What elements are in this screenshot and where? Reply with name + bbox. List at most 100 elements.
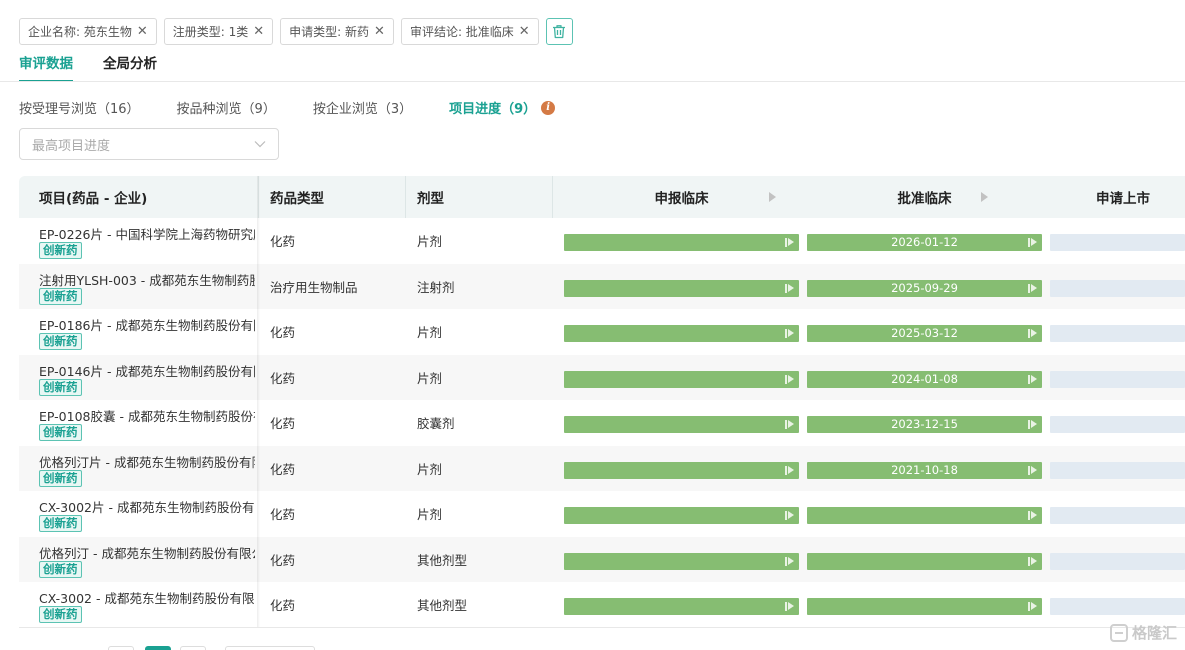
table-row[interactable]: EP-0186片 - 成都苑东生物制药股份有限公司创新药化药片剂2025-03-… (19, 309, 1185, 355)
stage-progress-bar[interactable] (564, 598, 799, 615)
table-row[interactable]: EP-0226片 - 中国科学院上海药物研究所 创新药 化药 片剂 2026-01-12 (19, 218, 1185, 264)
drug-type-cell: 化药 (270, 325, 296, 341)
project-name[interactable]: 优格列汀片 - 成都苑东生物制药股份有限公司 (39, 452, 255, 471)
innovative-drug-badge: 创新药 (39, 606, 82, 623)
stage-progress-bar[interactable] (564, 370, 799, 388)
subtab-project-progress[interactable]: 项目进度（9） (449, 98, 536, 117)
tab-review-data[interactable]: 审评数据 (19, 52, 73, 82)
stage-progress-bar[interactable] (807, 552, 1042, 570)
stage-progress-bar[interactable] (564, 461, 799, 479)
tabs-divider (0, 81, 1185, 82)
filter-chip-company[interactable]: 企业名称: 苑东生物 ✕ (19, 18, 157, 45)
header-project[interactable]: 项目(药品 - 企业) (39, 176, 147, 218)
innovative-drug-badge: 创新药 (39, 333, 82, 350)
project-name[interactable]: EP-0108胶囊 - 成都苑东生物制药股份有限公司 (39, 406, 255, 425)
project-cell[interactable]: EP-0146片 - 成都苑东生物制药股份有限公司创新药 (19, 354, 257, 400)
subtab-by-company[interactable]: 按企业浏览（3） (313, 98, 412, 117)
pagination-next-button[interactable] (180, 646, 206, 650)
stage-progress-bar[interactable] (564, 552, 799, 570)
stage-progress-bar[interactable] (807, 598, 1042, 615)
stage-progress-bar[interactable] (564, 507, 799, 524)
project-name[interactable]: 优格列汀 - 成都苑东生物制药股份有限公司 (39, 543, 255, 562)
stage-progress-bar[interactable]: 2026-01-12 (807, 234, 1042, 251)
play-icon (785, 601, 795, 612)
drug-type-cell: 化药 (270, 461, 296, 477)
play-icon (1028, 419, 1038, 430)
project-name[interactable]: 注射用YLSH-003 - 成都苑东生物制药股份有限公司 (39, 270, 255, 289)
stage-progress-bar[interactable] (564, 234, 799, 251)
project-name[interactable]: EP-0226片 - 中国科学院上海药物研究所 (39, 224, 255, 243)
stage-progress-bar[interactable]: 2025-03-12 (807, 325, 1042, 342)
header-stage-market-application[interactable]: 申请上市 (1050, 176, 1185, 218)
page-size-select[interactable] (225, 646, 315, 650)
play-icon (1028, 237, 1038, 248)
info-icon[interactable]: i (541, 100, 556, 115)
table-row[interactable]: CX-3002片 - 成都苑东生物制药股份有限公司创新药化药片剂 (19, 491, 1185, 537)
filter-chip-application[interactable]: 申请类型: 新药 ✕ (280, 18, 394, 45)
stage-progress-bar[interactable]: 2023-12-15 (807, 416, 1042, 433)
project-cell[interactable]: EP-0226片 - 中国科学院上海药物研究所 创新药 (19, 218, 257, 264)
table-row[interactable]: EP-0146片 - 成都苑东生物制药股份有限公司创新药化药片剂2024-01-… (19, 354, 1185, 400)
project-cell[interactable]: CX-3002片 - 成都苑东生物制药股份有限公司创新药 (19, 491, 257, 537)
subtab-by-variety[interactable]: 按品种浏览（9） (177, 98, 276, 117)
project-name[interactable]: CX-3002片 - 成都苑东生物制药股份有限公司 (39, 497, 255, 516)
stage-pending-bar (1050, 461, 1185, 479)
innovative-drug-badge: 创新药 (39, 424, 82, 441)
project-name[interactable]: EP-0146片 - 成都苑东生物制药股份有限公司 (39, 361, 255, 380)
table-row[interactable]: 优格列汀片 - 成都苑东生物制药股份有限公司创新药化药 片剂 2021-10-18 (19, 445, 1185, 491)
header-drug-type[interactable]: 药品类型 (270, 176, 324, 218)
play-icon (1028, 465, 1038, 476)
stage-progress-bar[interactable]: 2024-01-08 (807, 370, 1042, 388)
stage-progress-bar[interactable] (807, 507, 1042, 524)
project-cell[interactable]: EP-0186片 - 成都苑东生物制药股份有限公司创新药 (19, 309, 257, 355)
close-icon[interactable]: ✕ (137, 25, 148, 38)
table-row[interactable]: 优格列汀 - 成都苑东生物制药股份有限公司 创新药 化药 其他剂型 (19, 536, 1185, 582)
stage-arrow-icon (769, 192, 776, 202)
dosage-form-cell: 注射剂 (417, 279, 455, 295)
project-cell[interactable]: 注射用YLSH-003 - 成都苑东生物制药股份有限公司创新药 (19, 263, 257, 309)
play-icon (785, 237, 795, 248)
stage-pending-bar (1050, 279, 1185, 297)
filter-chip-registration[interactable]: 注册类型: 1类 ✕ (163, 18, 274, 45)
stage-progress-bar[interactable] (564, 325, 799, 342)
stage-progress-bar[interactable]: 2021-10-18 (807, 461, 1042, 479)
header-stage-clinical-application[interactable]: 申报临床 (564, 176, 799, 218)
pagination-page-button[interactable] (145, 646, 171, 650)
filter-chip-label: 企业名称: 苑东生物 (28, 25, 132, 39)
pagination-prev-button[interactable] (108, 646, 134, 650)
table-row[interactable]: CX-3002 - 成都苑东生物制药股份有限公司创新药化药其他剂型 (19, 582, 1185, 628)
dosage-form-cell: 其他剂型 (417, 598, 468, 614)
subtab-by-acceptance[interactable]: 按受理号浏览（16） (19, 98, 140, 117)
project-cell[interactable]: 优格列汀 - 成都苑东生物制药股份有限公司 创新药 (19, 536, 257, 582)
header-dosage-form[interactable]: 剂型 (417, 176, 444, 218)
dosage-form-cell: 片剂 (417, 461, 443, 477)
project-cell[interactable]: 优格列汀片 - 成都苑东生物制药股份有限公司创新药 (19, 445, 257, 491)
filter-chip-label: 注册类型: 1类 (172, 25, 249, 39)
project-name[interactable]: CX-3002 - 成都苑东生物制药股份有限公司 (39, 588, 255, 607)
stage-date: 2023-12-15 (891, 417, 958, 431)
table-row[interactable]: EP-0108胶囊 - 成都苑东生物制药股份有限公司创新药化药胶囊剂2023-1… (19, 400, 1185, 446)
header-stage-clinical-approval[interactable]: 批准临床 (807, 176, 1042, 218)
table-row[interactable]: 注射用YLSH-003 - 成都苑东生物制药股份有限公司创新药治疗用生物制品注射… (19, 263, 1185, 309)
progress-table: 项目(药品 - 企业) 药品类型 剂型 申报临床 批准临床 申请上市 EP-02… (19, 176, 1185, 628)
close-icon[interactable]: ✕ (374, 25, 385, 38)
stage-progress-bar[interactable] (564, 416, 799, 433)
watermark-logo-icon (1110, 623, 1128, 642)
max-progress-select[interactable]: 最高项目进度 (19, 128, 279, 160)
close-icon[interactable]: ✕ (253, 25, 264, 38)
filter-chip-conclusion[interactable]: 审评结论: 批准临床 ✕ (400, 18, 539, 45)
clear-filters-button[interactable] (545, 18, 573, 45)
close-icon[interactable]: ✕ (519, 25, 530, 38)
filter-chips: 企业名称: 苑东生物 ✕ 注册类型: 1类 ✕ 申请类型: 新药 ✕ 审评结论:… (19, 18, 573, 45)
project-cell[interactable]: EP-0108胶囊 - 成都苑东生物制药股份有限公司创新药 (19, 400, 257, 446)
stage-pending-bar (1050, 325, 1185, 342)
tab-global-analysis[interactable]: 全局分析 (103, 52, 157, 82)
filter-chip-label: 审评结论: 批准临床 (409, 25, 514, 39)
watermark-text: 格隆汇 (1132, 624, 1178, 642)
stage-progress-bar[interactable] (564, 279, 799, 297)
table-bottom-border (19, 627, 1185, 628)
stage-progress-bar[interactable]: 2025-09-29 (807, 279, 1042, 297)
project-name[interactable]: EP-0186片 - 成都苑东生物制药股份有限公司 (39, 315, 255, 334)
filter-chip-label: 申请类型: 新药 (289, 25, 370, 39)
project-cell[interactable]: CX-3002 - 成都苑东生物制药股份有限公司创新药 (19, 582, 257, 628)
